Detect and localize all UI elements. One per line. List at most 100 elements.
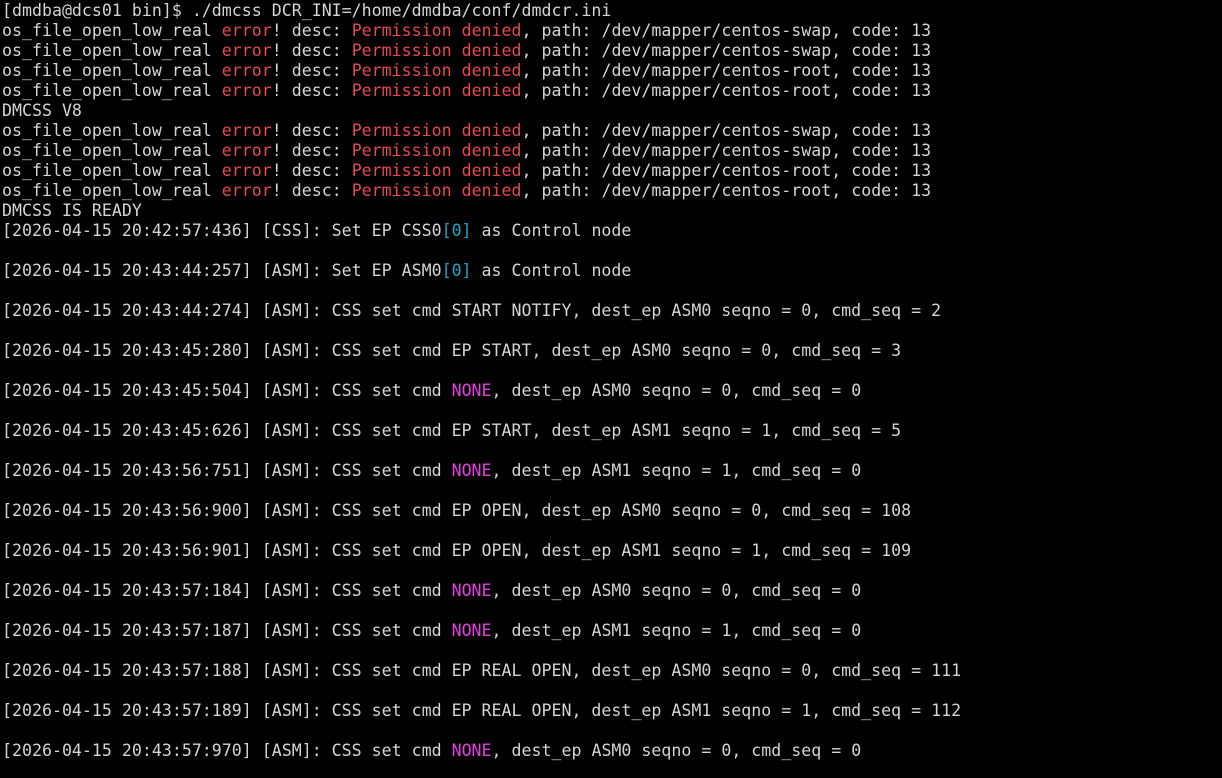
line-text: ! desc: [271, 141, 352, 160]
line-text: , path: /dev/mapper/centos-root, code: 1… [521, 161, 932, 180]
terminal-line: os_file_open_low_real error! desc: Permi… [2, 41, 1222, 61]
line-text: [2026-04-15 20:43:44:274] [ASM]: CSS set… [2, 301, 942, 320]
line-text: os_file_open_low_real [2, 161, 222, 180]
line-text: , path: /dev/mapper/centos-swap, code: 1… [521, 21, 932, 40]
line-text: , dest_ep ASM0 seqno = 0, cmd_seq = 0 [491, 741, 862, 760]
terminal-line: [2026-04-15 20:43:45:504] [ASM]: CSS set… [2, 381, 1222, 401]
highlighted-text-red: Permission denied [351, 61, 522, 80]
terminal-line: [2026-04-15 20:43:44:274] [ASM]: CSS set… [2, 301, 1222, 321]
highlighted-text-red: error [221, 61, 272, 80]
line-text: [2026-04-15 20:43:57:187] [ASM]: CSS set… [2, 621, 452, 640]
line-text: [2026-04-15 20:43:57:189] [ASM]: CSS set… [2, 701, 962, 720]
terminal-line: [2026-04-15 20:43:56:751] [ASM]: CSS set… [2, 461, 1222, 481]
terminal-line: [2026-04-15 20:43:57:970] [ASM]: CSS set… [2, 741, 1222, 761]
terminal-line: os_file_open_low_real error! desc: Permi… [2, 181, 1222, 201]
line-text: [2026-04-15 20:43:57:970] [ASM]: CSS set… [2, 741, 452, 760]
highlighted-text-red: Permission denied [351, 181, 522, 200]
highlighted-text-red: Permission denied [351, 161, 522, 180]
line-text: , dest_ep ASM1 seqno = 1, cmd_seq = 0 [491, 621, 862, 640]
highlighted-text-cyan: [0] [441, 221, 472, 240]
line-text: [2026-04-15 20:43:57:184] [ASM]: CSS set… [2, 581, 452, 600]
line-text: as Control node [471, 261, 632, 280]
line-text: os_file_open_low_real [2, 21, 222, 40]
line-text: , path: /dev/mapper/centos-root, code: 1… [521, 81, 932, 100]
line-text: DMCSS V8 [2, 101, 82, 120]
line-text: , path: /dev/mapper/centos-swap, code: 1… [521, 141, 932, 160]
terminal-line: os_file_open_low_real error! desc: Permi… [2, 61, 1222, 81]
terminal-line: os_file_open_low_real error! desc: Permi… [2, 161, 1222, 181]
highlighted-text-red: error [221, 161, 272, 180]
line-text: [2026-04-15 20:43:44:257] [ASM]: Set EP … [2, 261, 442, 280]
terminal-line: [2026-04-15 20:43:57:189] [ASM]: CSS set… [2, 701, 1222, 721]
highlighted-text-cyan: [0] [441, 261, 472, 280]
line-text: ! desc: [271, 161, 352, 180]
highlighted-text-red: error [221, 21, 272, 40]
line-text: os_file_open_low_real [2, 41, 222, 60]
highlighted-text-red: Permission denied [351, 81, 522, 100]
terminal-line: [2026-04-15 20:43:56:900] [ASM]: CSS set… [2, 501, 1222, 521]
highlighted-text-magenta: NONE [451, 581, 492, 600]
line-text: , path: /dev/mapper/centos-swap, code: 1… [521, 121, 932, 140]
terminal-line: DMCSS IS READY [2, 201, 1222, 221]
line-text: , path: /dev/mapper/centos-swap, code: 1… [521, 41, 932, 60]
terminal-line: [2026-04-15 20:43:44:257] [ASM]: Set EP … [2, 261, 1222, 281]
line-text: [2026-04-15 20:43:57:188] [ASM]: CSS set… [2, 661, 962, 680]
terminal-line: [2026-04-15 20:43:45:280] [ASM]: CSS set… [2, 341, 1222, 361]
highlighted-text-magenta: NONE [451, 381, 492, 400]
line-text: , dest_ep ASM1 seqno = 1, cmd_seq = 0 [491, 461, 862, 480]
terminal-line: [dmdba@dcs01 bin]$ ./dmcss DCR_INI=/home… [2, 1, 1222, 21]
line-text: os_file_open_low_real [2, 141, 222, 160]
line-text: [2026-04-15 20:43:45:280] [ASM]: CSS set… [2, 341, 902, 360]
line-text: ! desc: [271, 61, 352, 80]
terminal-line: os_file_open_low_real error! desc: Permi… [2, 141, 1222, 161]
highlighted-text-magenta: NONE [451, 461, 492, 480]
terminal-line: [2026-04-15 20:43:57:187] [ASM]: CSS set… [2, 621, 1222, 641]
highlighted-text-red: Permission denied [351, 141, 522, 160]
terminal-line: [2026-04-15 20:43:45:626] [ASM]: CSS set… [2, 421, 1222, 441]
terminal-window[interactable]: [dmdba@dcs01 bin]$ ./dmcss DCR_INI=/home… [0, 0, 1222, 778]
highlighted-text-red: Permission denied [351, 121, 522, 140]
highlighted-text-red: error [221, 41, 272, 60]
line-text: [2026-04-15 20:43:45:626] [ASM]: CSS set… [2, 421, 902, 440]
line-text: , dest_ep ASM0 seqno = 0, cmd_seq = 0 [491, 381, 862, 400]
highlighted-text-magenta: NONE [451, 741, 492, 760]
line-text: ! desc: [271, 41, 352, 60]
line-text: DMCSS IS READY [2, 201, 142, 220]
terminal-line: [2026-04-15 20:43:56:901] [ASM]: CSS set… [2, 541, 1222, 561]
highlighted-text-red: Permission denied [351, 41, 522, 60]
terminal-line: [2026-04-15 20:42:57:436] [CSS]: Set EP … [2, 221, 1222, 241]
line-text: ! desc: [271, 21, 352, 40]
terminal-line: [2026-04-15 20:43:57:184] [ASM]: CSS set… [2, 581, 1222, 601]
line-text: os_file_open_low_real [2, 61, 222, 80]
line-text: os_file_open_low_real [2, 81, 222, 100]
terminal-line: os_file_open_low_real error! desc: Permi… [2, 81, 1222, 101]
line-text: [dmdba@dcs01 bin]$ ./dmcss DCR_INI=/home… [2, 1, 612, 20]
line-text: ! desc: [271, 81, 352, 100]
terminal-line: DMCSS V8 [2, 101, 1222, 121]
line-text: , path: /dev/mapper/centos-root, code: 1… [521, 61, 932, 80]
line-text: [2026-04-15 20:43:56:900] [ASM]: CSS set… [2, 501, 912, 520]
highlighted-text-magenta: NONE [451, 621, 492, 640]
highlighted-text-red: error [221, 121, 272, 140]
line-text: as Control node [471, 221, 632, 240]
line-text: os_file_open_low_real [2, 181, 222, 200]
line-text: [2026-04-15 20:43:45:504] [ASM]: CSS set… [2, 381, 452, 400]
terminal-line: os_file_open_low_real error! desc: Permi… [2, 121, 1222, 141]
terminal-line: os_file_open_low_real error! desc: Permi… [2, 21, 1222, 41]
line-text: [2026-04-15 20:42:57:436] [CSS]: Set EP … [2, 221, 442, 240]
terminal-line: [2026-04-15 20:43:57:188] [ASM]: CSS set… [2, 661, 1222, 681]
line-text: , dest_ep ASM0 seqno = 0, cmd_seq = 0 [491, 581, 862, 600]
